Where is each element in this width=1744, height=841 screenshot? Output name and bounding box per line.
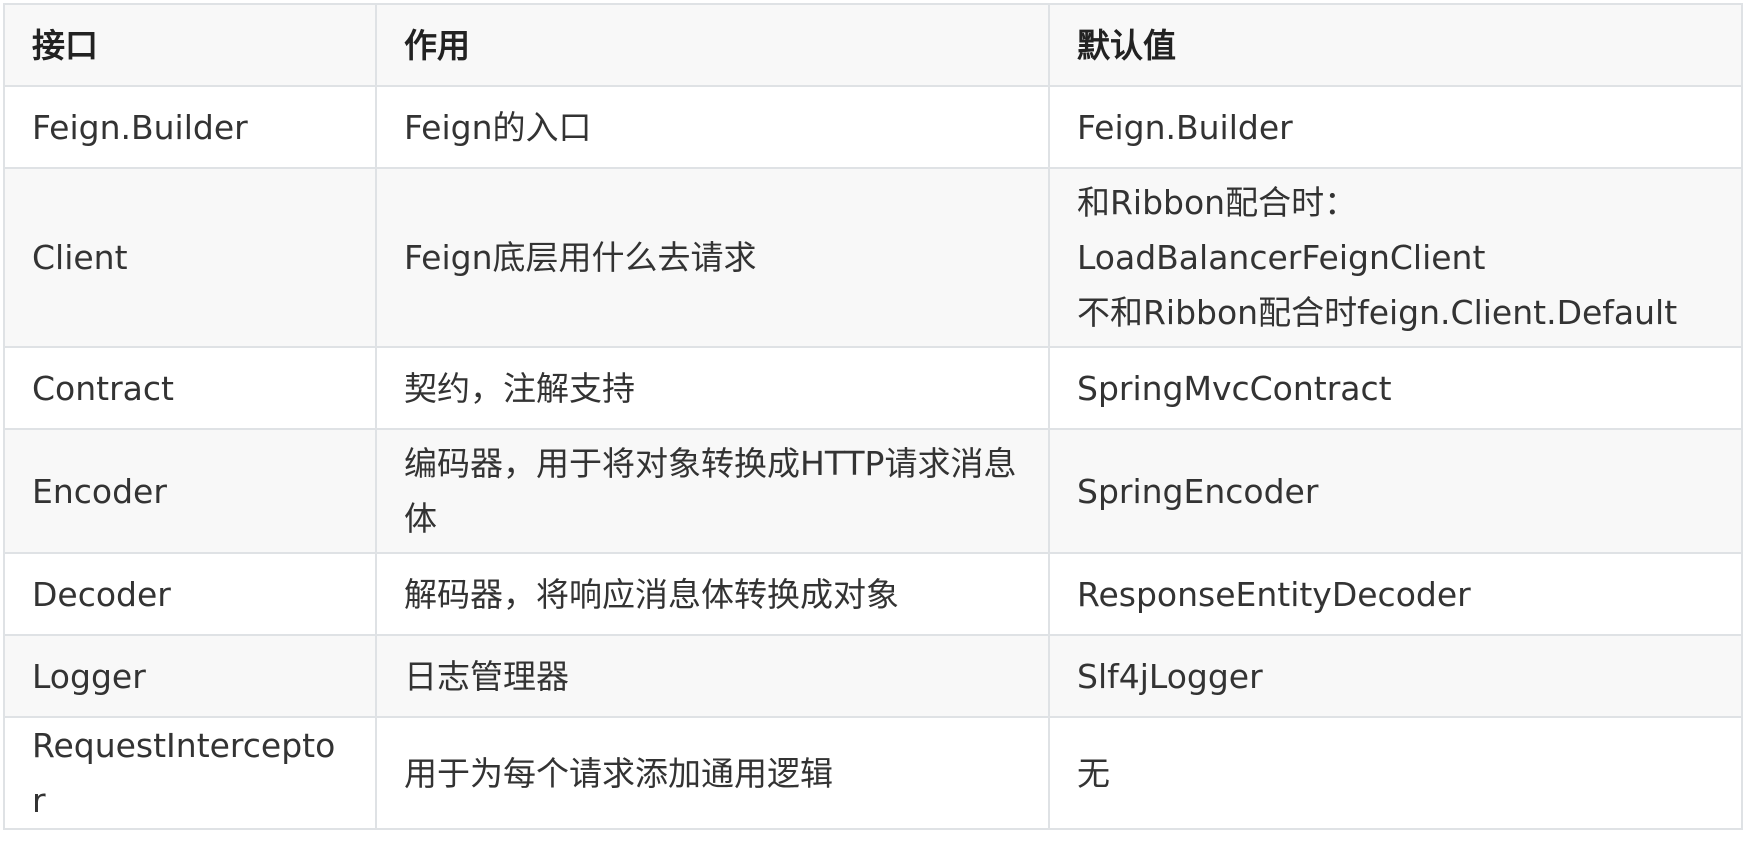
cell-default-value: ResponseEntityDecoder [1048,552,1743,636]
cell-interface: Encoder [3,428,377,554]
cell-purpose: 解码器，将响应消息体转换成对象 [375,552,1050,636]
table-row: Logger 日志管理器 Slf4jLogger [3,634,1743,718]
default-value-line: LoadBalancerFeignClient [1077,238,1486,277]
cell-interface: Feign.Builder [3,85,377,169]
cell-interface: Decoder [3,552,377,636]
cell-purpose: 契约，注解支持 [375,346,1050,430]
cell-purpose: 编码器，用于将对象转换成HTTP请求消息体 [375,428,1050,554]
table-header: 接口 作用 默认值 [3,3,1743,87]
default-value-line: 无 [1077,753,1110,793]
table-row: Client Feign底层用什么去请求 和Ribbon配合时： LoadBal… [3,167,1743,348]
table-row: Contract 契约，注解支持 SpringMvcContract [3,346,1743,430]
default-value-line: ResponseEntityDecoder [1077,574,1471,614]
cell-default-value: SpringMvcContract [1048,346,1743,430]
default-value-line: Feign.Builder [1077,107,1293,147]
cell-default-value: Feign.Builder [1048,85,1743,169]
cell-interface: RequestInterceptor [3,716,377,830]
cell-default-value: SpringEncoder [1048,428,1743,554]
default-value-line: SpringMvcContract [1077,368,1392,408]
header-purpose: 作用 [375,3,1050,87]
header-interface: 接口 [3,3,377,87]
table-header-row: 接口 作用 默认值 [3,3,1743,87]
cell-purpose: Feign底层用什么去请求 [375,167,1050,348]
table-row: Feign.Builder Feign的入口 Feign.Builder [3,85,1743,169]
cell-interface: Client [3,167,377,348]
table-body: Feign.Builder Feign的入口 Feign.Builder Cli… [3,85,1743,830]
feign-config-table: 接口 作用 默认值 Feign.Builder Feign的入口 Feign.B… [3,3,1743,830]
default-value-line: 和Ribbon配合时： [1077,183,1358,222]
table-row: RequestInterceptor 用于为每个请求添加通用逻辑 无 [3,716,1743,830]
cell-default-value: Slf4jLogger [1048,634,1743,718]
cell-purpose: 日志管理器 [375,634,1050,718]
cell-purpose: Feign的入口 [375,85,1050,169]
default-value-line: 不和Ribbon配合时feign.Client.Default [1077,293,1678,332]
cell-interface: Contract [3,346,377,430]
cell-interface: Logger [3,634,377,718]
header-default-value: 默认值 [1048,3,1743,87]
cell-default-value: 和Ribbon配合时： LoadBalancerFeignClient 不和Ri… [1048,167,1743,348]
cell-purpose: 用于为每个请求添加通用逻辑 [375,716,1050,830]
cell-default-value: 无 [1048,716,1743,830]
table-row: Decoder 解码器，将响应消息体转换成对象 ResponseEntityDe… [3,552,1743,636]
default-value-line: SpringEncoder [1077,471,1319,511]
table-row: Encoder 编码器，用于将对象转换成HTTP请求消息体 SpringEnco… [3,428,1743,554]
default-value-line: Slf4jLogger [1077,656,1263,696]
